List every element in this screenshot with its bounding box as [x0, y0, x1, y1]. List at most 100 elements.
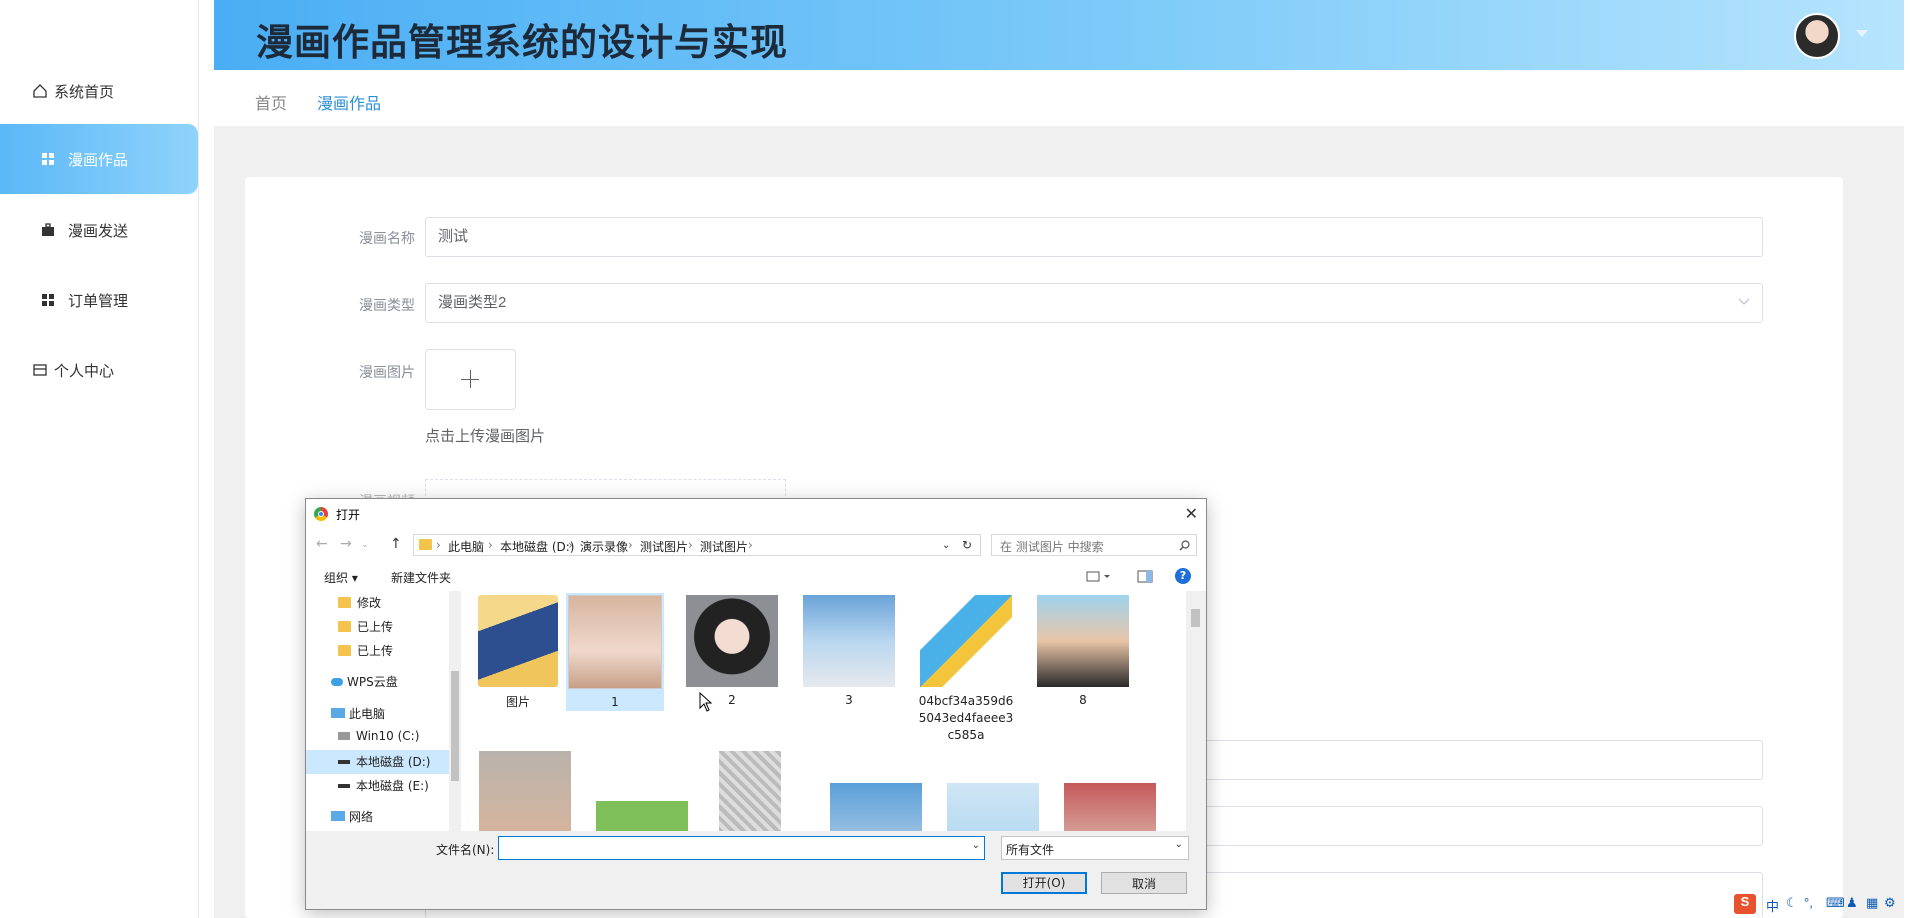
ime-mode[interactable]: 中: [1766, 896, 1779, 915]
filetype-value: 所有文件: [1006, 843, 1055, 857]
file-item-folder[interactable]: 图片: [469, 595, 567, 710]
path-segment[interactable]: 本地磁盘 (D:): [500, 538, 574, 555]
file-label: 8: [1079, 693, 1087, 707]
chevron-down-icon: ⌄: [1174, 839, 1183, 850]
files-scrollbar[interactable]: [1186, 591, 1204, 831]
tree-item-label: 此电脑: [349, 707, 386, 721]
sidebar-item-label: 漫画作品: [68, 151, 129, 169]
chrome-icon: [314, 507, 328, 521]
avatar[interactable]: [1794, 13, 1840, 59]
file-label: 图片: [505, 695, 530, 709]
briefcase-icon: [42, 223, 54, 236]
image-thumbnail[interactable]: [1064, 783, 1156, 831]
breadcrumb-home[interactable]: 首页: [255, 90, 287, 114]
sidebar-item-home[interactable]: 系统首页: [0, 56, 198, 126]
tree-item[interactable]: 已上传: [338, 618, 393, 635]
chevron-down-icon[interactable]: ⌄: [942, 540, 950, 551]
keyboard-icon[interactable]: ⌨: [1826, 895, 1845, 911]
sidebar-item-orders[interactable]: 订单管理: [0, 265, 198, 335]
upload-image-button[interactable]: [425, 349, 516, 410]
tree-scrollbar[interactable]: [449, 591, 461, 831]
path-segment[interactable]: 测试图片: [700, 538, 748, 555]
preview-pane-icon[interactable]: [1137, 570, 1153, 583]
dialog-title: 打开: [336, 508, 361, 522]
tree-item[interactable]: 修改: [338, 594, 381, 611]
tray-icon[interactable]: ⚙: [1884, 895, 1896, 911]
image-thumbnail[interactable]: [719, 751, 781, 831]
open-button[interactable]: 打开(O): [1001, 872, 1087, 894]
image-thumbnail[interactable]: [947, 783, 1039, 831]
sidebar-item-send[interactable]: 漫画发送: [0, 195, 198, 265]
refresh-icon[interactable]: ↻: [962, 538, 972, 552]
mouse-cursor-icon: [699, 692, 713, 712]
organize-menu[interactable]: 组织 ▾: [324, 569, 358, 586]
tree-item[interactable]: 此电脑: [331, 705, 385, 722]
path-segment[interactable]: 此电脑: [448, 538, 484, 555]
image-thumbnail: [686, 595, 778, 687]
file-item-image[interactable]: 2: [683, 595, 781, 707]
tree-item[interactable]: 网络: [331, 808, 373, 825]
sogou-ime-icon[interactable]: S: [1734, 894, 1756, 914]
file-item-image[interactable]: 1: [566, 593, 664, 711]
image-thumbnail: [803, 595, 895, 687]
address-bar[interactable]: › 此电脑 › 本地磁盘 (D:) › 演示录像 › 测试图片 › 测试图片 ›…: [413, 534, 981, 556]
forward-arrow-icon[interactable]: →: [340, 536, 352, 552]
filetype-select[interactable]: 所有文件 ⌄: [1001, 836, 1189, 860]
punctuation-icon[interactable]: °,: [1804, 895, 1813, 910]
app-title: 漫画作品管理系统的设计与实现: [256, 21, 788, 64]
sidebar-item-profile[interactable]: 个人中心: [0, 335, 198, 405]
top-header: 漫画作品管理系统的设计与实现: [214, 0, 1904, 70]
file-item-image[interactable]: 3: [800, 595, 898, 707]
file-grid: 图片 1 2 3 04bcf34a359d65043ed4faeee3c585a…: [461, 591, 1186, 831]
sidebar-item-comics[interactable]: 漫画作品: [0, 124, 198, 194]
image-thumbnail: [1037, 595, 1129, 687]
path-segment[interactable]: 测试图片: [640, 538, 688, 555]
navigation-bar: ← → ⌄ ↑ › 此电脑 › 本地磁盘 (D:) › 演示录像 › 测试图片 …: [306, 529, 1206, 561]
image-thumbnail[interactable]: [479, 751, 571, 831]
network-icon: [331, 811, 345, 821]
close-icon[interactable]: ✕: [1185, 504, 1198, 523]
image-label: 漫画图片: [359, 364, 415, 380]
chevron-down-icon[interactable]: ⌄: [972, 840, 980, 851]
dialog-footer: 文件名(N): ⌄ 所有文件 ⌄ 打开(O) 取消: [306, 831, 1206, 909]
file-item-image[interactable]: 8: [1034, 595, 1132, 707]
tray-icon[interactable]: ▦: [1866, 895, 1878, 911]
drive-icon: [338, 784, 350, 788]
type-select[interactable]: 漫画类型2: [425, 283, 1763, 323]
tray-icon[interactable]: ♟: [1846, 895, 1858, 911]
view-options-icon[interactable]: [1086, 571, 1112, 583]
file-label: 3: [845, 693, 853, 707]
tree-item[interactable]: 本地磁盘 (D:): [306, 750, 449, 774]
dialog-toolbar: 组织 ▾ 新建文件夹 ?: [306, 561, 1206, 591]
folder-icon: [338, 621, 351, 632]
tree-item[interactable]: 已上传: [338, 642, 393, 659]
chevron-down-icon[interactable]: [1856, 30, 1868, 37]
cancel-button[interactable]: 取消: [1101, 872, 1187, 894]
path-segment[interactable]: 演示录像: [580, 538, 628, 555]
filename-input[interactable]: ⌄: [498, 836, 985, 860]
tree-item-label: Win10 (C:): [356, 729, 420, 743]
up-arrow-icon[interactable]: ↑: [390, 536, 402, 552]
grid-icon: [42, 153, 54, 165]
folder-tree: 修改 已上传 已上传 WPS云盘 此电脑 Win10 (C:) 本地磁盘 (D:…: [306, 591, 449, 831]
back-arrow-icon[interactable]: ←: [316, 536, 328, 552]
help-icon[interactable]: ?: [1175, 568, 1191, 584]
tree-item-label: 本地磁盘 (D:): [356, 755, 431, 769]
dialog-titlebar: 打开 ✕: [306, 499, 1206, 529]
tree-item[interactable]: 本地磁盘 (E:): [338, 777, 429, 794]
new-folder-button[interactable]: 新建文件夹: [391, 569, 451, 586]
file-item-image[interactable]: 04bcf34a359d65043ed4faeee3c585a: [917, 595, 1015, 744]
chevron-down-icon[interactable]: ⌄: [361, 540, 369, 550]
tree-item[interactable]: WPS云盘: [331, 673, 398, 690]
search-input[interactable]: 在 测试图片 中搜索: [991, 534, 1197, 556]
name-input[interactable]: 测试: [425, 217, 1763, 257]
tree-item-label: 修改: [357, 596, 382, 610]
tree-item[interactable]: Win10 (C:): [338, 729, 419, 743]
system-tray: S 中 ☾ °, ⌨ ♟ ▦ ⚙: [1734, 894, 1910, 916]
pc-icon: [331, 708, 345, 718]
tree-item-label: WPS云盘: [347, 675, 398, 689]
image-thumbnail[interactable]: [596, 801, 688, 831]
image-thumbnail[interactable]: [830, 783, 922, 831]
moon-icon[interactable]: ☾: [1786, 895, 1798, 911]
breadcrumb-current: 漫画作品: [317, 96, 382, 113]
